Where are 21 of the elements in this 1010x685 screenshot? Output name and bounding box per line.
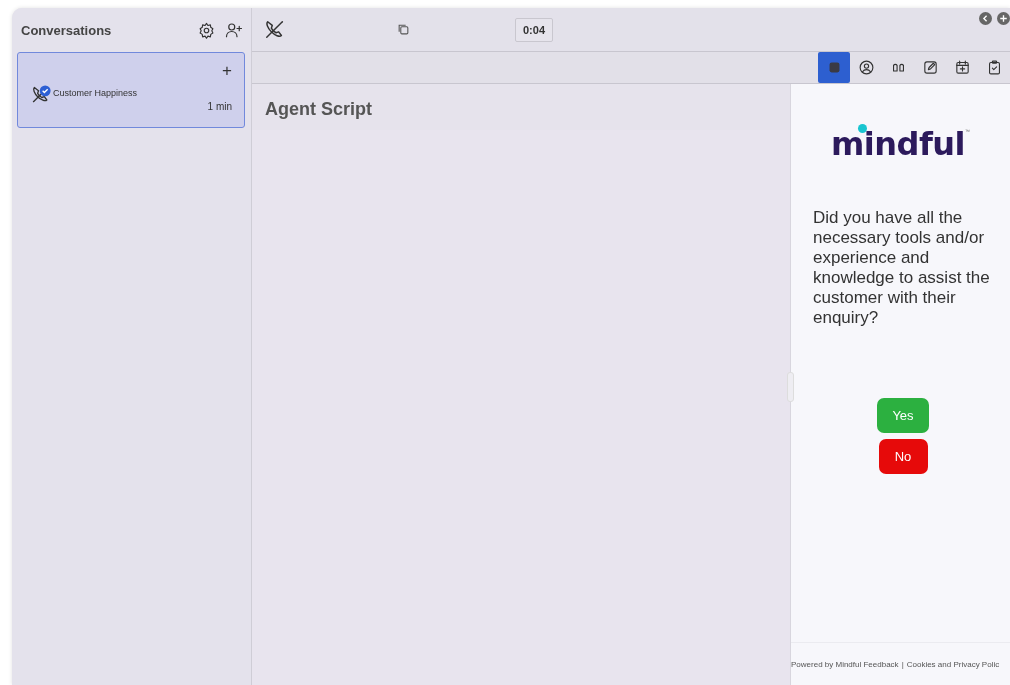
survey-question: Did you have all the necessary tools and/or experience and knowledge to assist the customer with their enquiry?	[813, 208, 991, 328]
footer-link[interactable]: Cookies and Privacy Polic	[906, 659, 1000, 669]
separator: |	[901, 659, 904, 669]
edit-icon	[921, 59, 939, 76]
add-icon[interactable]	[997, 12, 1010, 25]
footer-link[interactable]: Powered by Mindful Feedback	[791, 659, 899, 669]
sidebar-title: Conversations	[21, 22, 113, 38]
calendar-add-icon	[953, 59, 971, 76]
user-circle-icon	[857, 59, 875, 76]
conversation-time: 1 min	[207, 101, 232, 112]
conversation-name: Customer Happiness	[53, 88, 138, 98]
phone-check-icon	[31, 85, 51, 105]
call-timer: 0:04	[515, 17, 554, 42]
copy-icon[interactable]	[397, 23, 410, 36]
conversation-card[interactable]: + Customer Happiness 1 min	[17, 52, 245, 128]
hang-up-icon[interactable]	[264, 18, 286, 41]
settings-icon[interactable]	[198, 21, 215, 39]
answer-button[interactable]: No	[878, 439, 928, 474]
add-user-icon[interactable]	[225, 21, 243, 39]
add-icon[interactable]: +	[222, 62, 232, 79]
back-icon[interactable]	[979, 12, 992, 25]
